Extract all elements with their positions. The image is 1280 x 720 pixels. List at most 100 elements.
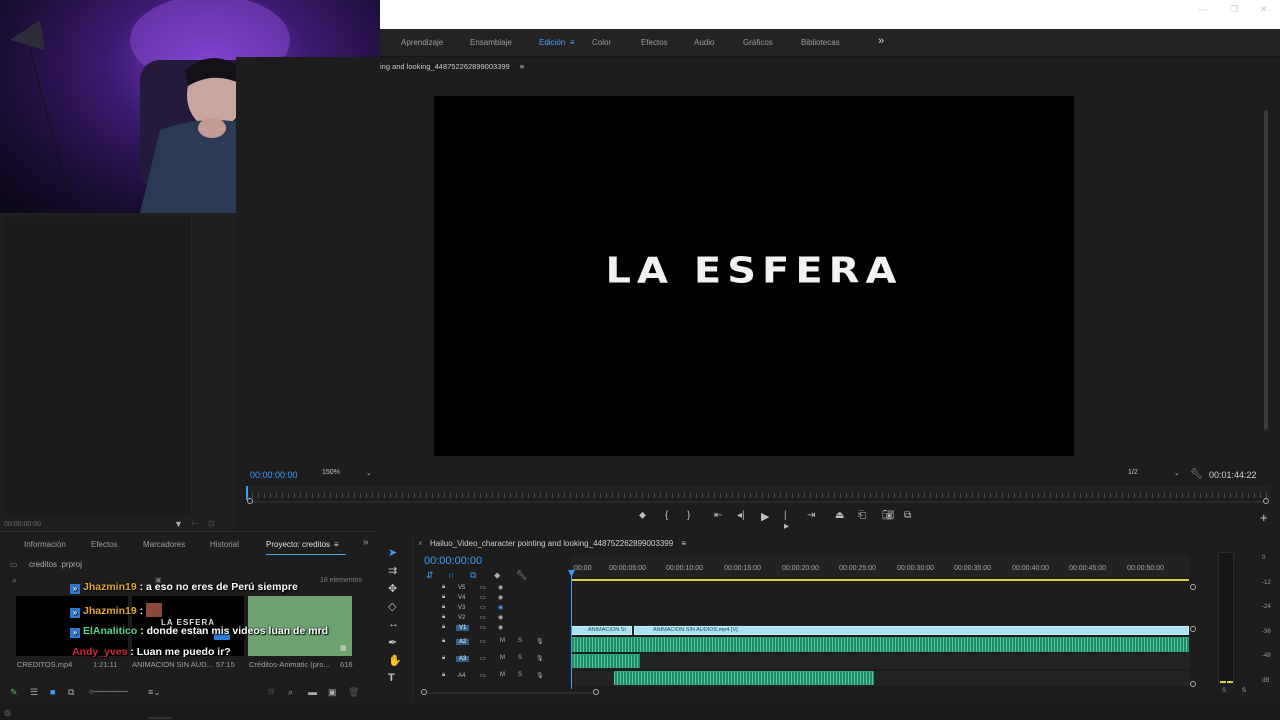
panel-menu-icon[interactable]: ≡ — [520, 62, 524, 71]
vertical-scrollbar[interactable] — [1264, 110, 1268, 430]
wrench-icon[interactable]: 🔧︎ — [1190, 469, 1203, 480]
program-time-ruler[interactable] — [246, 486, 1270, 498]
ripple-edit-icon[interactable]: ✥ — [388, 582, 397, 595]
razor-icon[interactable]: ◇ — [388, 600, 396, 613]
icon-view-icon[interactable]: ■ — [50, 687, 55, 697]
step-forward-icon[interactable]: |▸ — [784, 510, 789, 532]
scroll-handle[interactable] — [1190, 626, 1196, 632]
video-clip[interactable]: ANIMACION SIN AUDIOS.mp4 [V] — [634, 626, 1189, 635]
maximize-icon[interactable]: ❐ — [1230, 4, 1238, 15]
track-label-a3[interactable]: A3 — [456, 656, 470, 662]
eye-icon[interactable]: ◉ — [498, 624, 503, 631]
workspace-ensamblaje[interactable]: Ensamblaje — [470, 38, 512, 47]
mark-out-icon[interactable]: } — [687, 510, 690, 521]
lock-icon[interactable]: 🔒︎ — [442, 655, 445, 661]
scroll-handle-left[interactable] — [247, 498, 253, 504]
pen-tool-icon[interactable]: ✒ — [388, 636, 397, 649]
go-to-out-icon[interactable]: ⇥ — [807, 510, 815, 521]
close-icon[interactable]: ✕ — [1260, 4, 1268, 15]
mic-icon[interactable]: 🎙︎ — [536, 638, 544, 645]
workspace-color[interactable]: Color — [592, 38, 611, 47]
workspace-graficos[interactable]: Gráficos — [743, 38, 773, 47]
solo-button[interactable]: S — [518, 655, 522, 661]
scroll-handle-right[interactable] — [1263, 498, 1269, 504]
minimize-icon[interactable]: — — [1198, 4, 1207, 14]
automate-icon[interactable]: ⊟ — [268, 687, 275, 696]
linked-selection-icon[interactable]: ⧉ — [470, 570, 476, 581]
freeform-view-icon[interactable]: ⧉ — [68, 687, 74, 698]
hand-tool-icon[interactable]: ✋ — [388, 654, 402, 667]
close-tab-icon[interactable]: × — [418, 539, 423, 548]
sync-lock-icon[interactable]: ▭ — [480, 672, 486, 679]
track-label-v1[interactable]: V1 — [456, 625, 470, 631]
sync-lock-icon[interactable]: ▭ — [480, 638, 486, 645]
timeline-settings-icon[interactable]: 🔧︎ — [516, 570, 527, 581]
video-clip[interactable]: ANIMACION SI — [571, 626, 632, 635]
tab-informacion[interactable]: Información — [24, 540, 66, 549]
panel-menu-icon[interactable]: ≡ — [681, 539, 686, 548]
track-select-icon[interactable]: ⇉ — [388, 564, 397, 577]
workspace-aprendizaje[interactable]: Aprendizaje — [401, 38, 443, 47]
mute-button[interactable]: M — [500, 638, 505, 644]
tab-proyecto[interactable]: Proyecto: creditos — [266, 540, 330, 549]
lift-icon[interactable]: ⏏︎ — [835, 510, 844, 521]
go-to-in-icon[interactable]: ⇤ — [714, 510, 722, 521]
solo-right-button[interactable]: S — [1242, 688, 1246, 694]
solo-button[interactable]: S — [518, 638, 522, 644]
sync-lock-icon[interactable]: ▭ — [480, 655, 486, 662]
more-workspaces-icon[interactable]: » — [878, 35, 884, 47]
scroll-handle-right[interactable] — [593, 689, 599, 695]
sync-lock-icon[interactable]: ▭ — [480, 584, 486, 591]
sync-lock-icon[interactable]: ▭ — [480, 624, 486, 631]
zoom-select[interactable]: 150% ⌄ — [318, 469, 374, 481]
step-back-icon[interactable]: ◂| — [737, 510, 745, 521]
tab-marcadores[interactable]: Marcadores — [143, 540, 185, 549]
new-item-icon[interactable]: ▣ — [328, 687, 337, 698]
slip-tool-icon[interactable]: ↔ — [388, 618, 399, 630]
lock-icon[interactable]: 🔒︎ — [442, 624, 445, 630]
extract-icon[interactable]: ⎗ — [858, 510, 866, 521]
sort-icon[interactable]: ≡⌄ — [148, 687, 161, 698]
workspace-bibliotecas[interactable]: Bibliotecas — [801, 38, 840, 47]
audio-clip[interactable] — [571, 654, 640, 668]
mic-icon[interactable]: 🎙︎ — [536, 672, 544, 679]
panel-resize-handle[interactable] — [148, 717, 172, 719]
snap-icon[interactable]: ∩ — [448, 570, 454, 580]
mute-button[interactable]: M — [500, 655, 505, 661]
comparison-view-icon[interactable]: ⧉ — [904, 510, 911, 521]
find-icon[interactable]: ⌕ — [288, 687, 293, 698]
sync-lock-icon[interactable]: ▭ — [480, 604, 486, 611]
camera-icon[interactable]: 📷︎ — [882, 510, 895, 521]
lock-icon[interactable]: 🔒︎ — [442, 638, 445, 644]
work-area-bar[interactable] — [572, 579, 1189, 581]
eye-icon[interactable]: ◉ — [498, 614, 503, 621]
export-frame-icon[interactable]: ⊢ — [192, 519, 199, 528]
scroll-handle[interactable] — [1190, 681, 1196, 687]
selection-tool-icon[interactable]: ➤ — [388, 546, 397, 559]
scroll-handle[interactable] — [1190, 584, 1196, 590]
workspace-menu-icon[interactable]: ≡ — [570, 38, 575, 47]
timeline-zoom-scrollbar[interactable] — [424, 692, 598, 694]
settings-icon[interactable]: ⊡ — [208, 519, 215, 528]
track-lane-a3[interactable] — [570, 654, 1190, 669]
scroll-handle-left[interactable] — [421, 689, 427, 695]
program-zoom-scrollbar[interactable] — [250, 501, 1266, 503]
lock-icon[interactable]: 🔒︎ — [442, 614, 445, 620]
filter-icon[interactable]: ▼ — [174, 519, 183, 529]
search-icon[interactable]: ⌕ — [12, 575, 17, 586]
nest-icon[interactable]: ⇵ — [426, 570, 434, 581]
panel-menu-icon[interactable]: ≡ — [334, 540, 339, 549]
workspace-edicion[interactable]: Edición — [539, 38, 565, 47]
tab-efectos[interactable]: Efectos — [91, 540, 118, 549]
lock-icon[interactable]: 🔒︎ — [442, 594, 445, 600]
sync-lock-icon[interactable]: ▭ — [480, 614, 486, 621]
eye-icon[interactable]: ◉ — [498, 604, 503, 611]
new-bin-icon[interactable]: ▬ — [308, 687, 317, 697]
add-marker-icon[interactable]: ⬥ — [494, 570, 500, 581]
mark-in-icon[interactable]: { — [665, 510, 668, 521]
trash-icon[interactable]: 🗑︎ — [348, 687, 359, 698]
track-label-a2[interactable]: A2 — [456, 639, 470, 645]
solo-button[interactable]: S — [518, 672, 522, 678]
audio-clip[interactable] — [571, 637, 1189, 652]
solo-left-button[interactable]: S — [1222, 688, 1226, 694]
